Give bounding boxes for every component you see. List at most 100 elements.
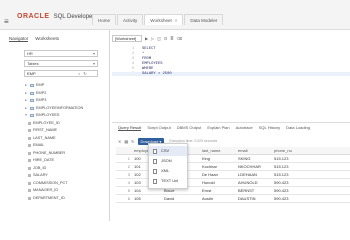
hamburger-icon[interactable]: ≡: [4, 17, 9, 26]
tree-table-item[interactable]: ▸ EMPLOYEEINFORMATION: [24, 105, 104, 113]
tree-column-item[interactable]: FIRST_NAME: [24, 127, 104, 135]
code-line[interactable]: SALARY > 2500: [112, 72, 350, 76]
autotrace-icon[interactable]: ⊡: [164, 36, 167, 41]
download-option[interactable]: JSON: [149, 156, 187, 166]
run-script-icon[interactable]: ▷: [151, 36, 154, 41]
navigator-tabs: Navigator Worksheets: [0, 30, 109, 45]
results-tab[interactable]: Data Loading: [286, 125, 310, 131]
chevron-right-icon[interactable]: ▸: [24, 82, 28, 90]
table-cell: 515.123: [274, 156, 289, 161]
worksheet-toolbar: [Worksheet] ▶ ▷ ◫ ⊡ ≣ ⌫: [112, 33, 350, 43]
results-tab[interactable]: Explain Plan: [207, 125, 229, 131]
results-tab[interactable]: DBMS Output: [177, 125, 202, 131]
table-cell: 6: [127, 196, 130, 201]
chevron-down-icon[interactable]: ▾: [24, 112, 28, 120]
tree-column-item[interactable]: DEPARTMENT_ID: [24, 195, 104, 203]
clear-icon[interactable]: ×: [78, 71, 80, 76]
tree-column-item[interactable]: JOB_ID: [24, 165, 104, 173]
column-icon: [28, 174, 31, 178]
table-cell: 590.423: [274, 180, 289, 185]
run-icon[interactable]: ▶: [145, 36, 148, 41]
file-icon: [153, 148, 157, 154]
grid-icon[interactable]: ▦: [124, 139, 128, 144]
tree-item-label: LAST_NAME: [33, 135, 56, 140]
tree-column-item[interactable]: PHONE_NUMBER: [24, 150, 104, 158]
file-icon: [153, 158, 157, 164]
results-tab[interactable]: Query Result: [118, 125, 142, 131]
download-option[interactable]: CSV: [149, 146, 187, 156]
tab-data-modeler[interactable]: Data Modeler: [184, 14, 224, 25]
tree-table-item[interactable]: ▸ EMP3: [24, 97, 104, 105]
tree-column-item[interactable]: SALARY: [24, 172, 104, 180]
tab-activity[interactable]: Activity: [117, 14, 144, 25]
tree-item-label: PHONE_NUMBER: [33, 150, 66, 155]
column-icon: [28, 129, 31, 133]
connection-select[interactable]: [Worksheet]: [112, 34, 142, 42]
object-type-select[interactable]: Tables ▾: [24, 60, 98, 67]
column-header[interactable]: email: [236, 147, 272, 154]
chevron-right-icon[interactable]: ▸: [24, 105, 28, 113]
clear-icon[interactable]: ⌫: [177, 36, 183, 41]
download-option-label: XML: [161, 168, 170, 173]
results-tab[interactable]: Autotrace: [236, 125, 253, 131]
format-icon[interactable]: ≣: [170, 36, 173, 41]
code-line[interactable]: FROM: [142, 57, 151, 61]
tree-item-label: EMAIL: [33, 143, 45, 147]
delete-icon[interactable]: ✕: [118, 139, 121, 144]
results-tab[interactable]: Script Output: [147, 125, 170, 131]
table-cell: 105: [134, 196, 141, 201]
column-header[interactable]: phone_nu: [272, 147, 324, 154]
chevron-down-icon: ▾: [92, 61, 95, 66]
results-tab[interactable]: SQL History: [259, 125, 280, 131]
column-header[interactable]: [116, 147, 132, 154]
table-cell: David: [164, 196, 175, 201]
tree-column-item[interactable]: HIRE_DATE: [24, 157, 104, 165]
table-cell: Austin: [202, 196, 214, 201]
tree-column-item[interactable]: MANAGER_ID: [24, 187, 104, 195]
chevron-right-icon[interactable]: ▸: [24, 90, 28, 98]
brand-text: ORACLE: [17, 13, 50, 20]
table-cell: 3: [127, 172, 130, 177]
column-icon: [28, 144, 31, 148]
tree-column-item[interactable]: EMPLOYEE_ID: [24, 120, 104, 128]
tab-worksheets[interactable]: Worksheets: [35, 36, 59, 42]
code-line[interactable]: WHERE: [142, 67, 153, 71]
code-line[interactable]: EMPLOYEES: [142, 62, 163, 66]
refresh-icon[interactable]: ↻: [83, 71, 86, 76]
table-icon: [30, 99, 34, 103]
download-option-label: CSV: [161, 148, 170, 153]
table-cell: 1: [127, 156, 130, 161]
schema-select[interactable]: HR ▾: [24, 50, 98, 57]
tree-table-item[interactable]: ▸ EMP: [24, 82, 104, 90]
refresh-icon[interactable]: ↻: [131, 139, 134, 144]
tree-item-label: MANAGER_ID: [33, 188, 59, 192]
chevron-right-icon[interactable]: ▸: [24, 97, 28, 105]
table-cell: 515.123: [274, 172, 289, 177]
code-line[interactable]: *: [142, 52, 144, 56]
results-tabs: Query Result Script Output DBMS Output Expl…: [118, 125, 310, 131]
tab-navigator[interactable]: Navigator: [9, 36, 29, 42]
tab-home[interactable]: Home: [92, 14, 117, 25]
tree-column-item[interactable]: LAST_NAME: [24, 135, 104, 143]
tree-column-item[interactable]: COMMISSION_PCT: [24, 180, 104, 188]
sql-editor[interactable]: 1SELECT2*3FROM4EMPLOYEES5WHERE6SALARY > …: [112, 44, 350, 121]
explain-icon[interactable]: ◫: [157, 36, 161, 41]
column-header[interactable]: last_name: [200, 147, 236, 154]
table-row[interactable]: 6 105 David Austin DAUSTIN 590.423: [116, 195, 350, 203]
tree-table-item[interactable]: ▸ EMP2: [24, 90, 104, 98]
tab-worksheet[interactable]: Worksheet ×: [144, 14, 184, 25]
close-icon[interactable]: ×: [175, 18, 178, 23]
tree-item-label: EMPLOYEES: [36, 113, 60, 117]
download-menu: CSV JSON XML TEXT Unl: [148, 143, 188, 189]
filter-input[interactable]: EMP: [24, 70, 98, 77]
line-number: 4: [132, 62, 135, 66]
column-icon: [28, 181, 31, 185]
download-option[interactable]: XML: [149, 166, 187, 176]
tree-column-item[interactable]: EMAIL: [24, 142, 104, 150]
table-cell: NKOCHHAR: [238, 164, 261, 169]
download-option[interactable]: TEXT Unl: [149, 176, 187, 186]
table-cell: 590.423: [274, 188, 289, 193]
column-icon: [28, 121, 31, 125]
tree-table-item[interactable]: ▾ EMPLOYEES: [24, 112, 104, 120]
code-line[interactable]: SELECT: [142, 47, 156, 51]
